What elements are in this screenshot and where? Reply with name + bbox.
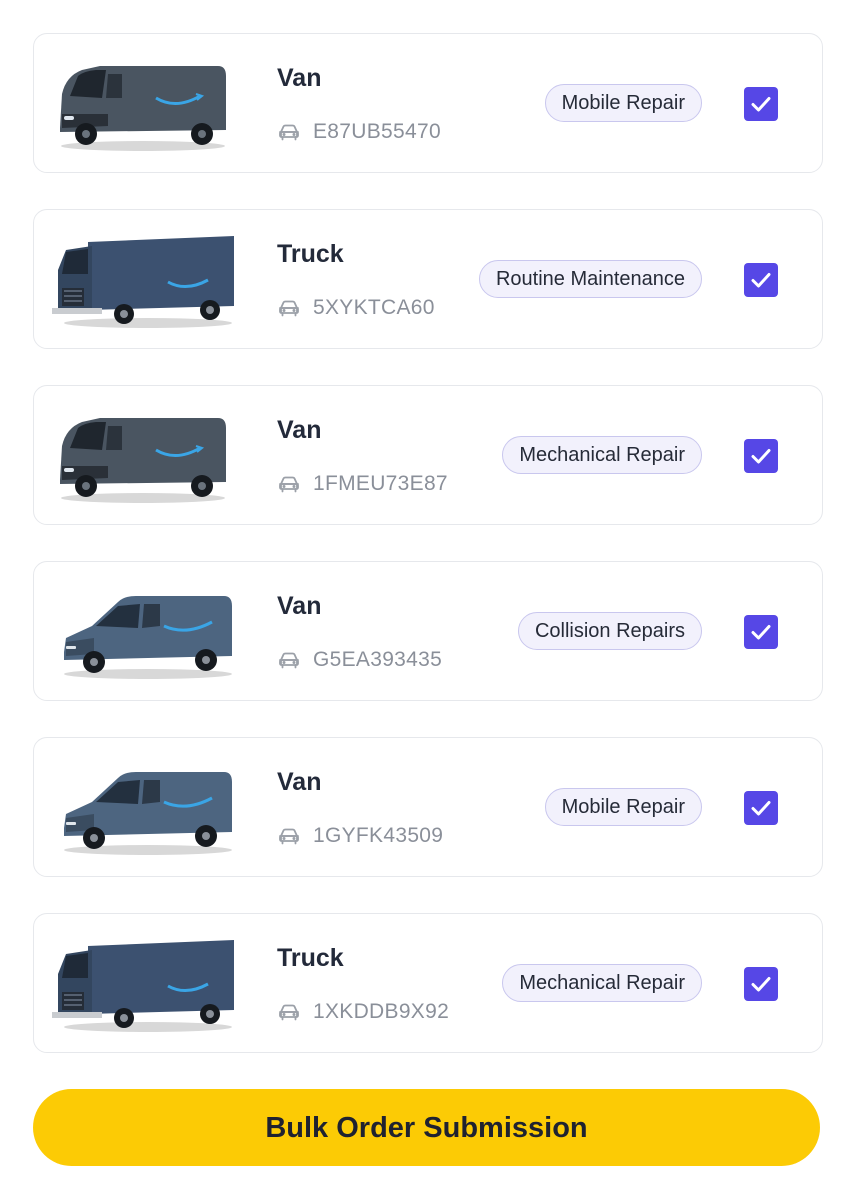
vehicle-list: Van E87UB55470 Mobile Repair Truck 5XYKT…: [33, 33, 823, 1089]
checkmark-icon: [751, 977, 771, 992]
checkmark-icon: [751, 449, 771, 464]
select-checkbox[interactable]: [744, 263, 778, 297]
car-icon: [277, 120, 301, 144]
car-icon: [277, 296, 301, 320]
vehicle-card[interactable]: Truck 1XKDDB9X92 Mechanical Repair: [33, 913, 823, 1053]
select-checkbox[interactable]: [744, 967, 778, 1001]
vehicle-card[interactable]: Truck 5XYKTCA60 Routine Maintenance: [33, 209, 823, 349]
select-checkbox[interactable]: [744, 615, 778, 649]
vehicle-card[interactable]: Van 1GYFK43509 Mobile Repair: [33, 737, 823, 877]
car-icon: [277, 472, 301, 496]
vehicle-image-sprinter-van: [48, 758, 238, 858]
vehicle-type: Van: [277, 592, 322, 620]
vehicle-image-step-truck: [48, 934, 238, 1034]
vehicle-card[interactable]: Van G5EA393435 Collision Repairs: [33, 561, 823, 701]
vehicle-plate: 5XYKTCA60: [313, 296, 435, 319]
vehicle-image-electric-van: [48, 406, 238, 506]
checkmark-icon: [751, 97, 771, 112]
vehicle-image-electric-van: [48, 54, 238, 154]
vehicle-type: Truck: [277, 240, 344, 268]
vehicle-plate: G5EA393435: [313, 648, 443, 671]
vehicle-type: Van: [277, 768, 322, 796]
car-icon: [277, 648, 301, 672]
bulk-order-submit-button[interactable]: Bulk Order Submission: [33, 1089, 820, 1166]
service-tag: Collision Repairs: [517, 612, 702, 650]
service-tag: Mobile Repair: [544, 84, 702, 122]
vehicle-plate: 1XKDDB9X92: [313, 1000, 450, 1023]
vehicle-image-sprinter-van: [48, 582, 238, 682]
vehicle-card[interactable]: Van 1FMEU73E87 Mechanical Repair: [33, 385, 823, 525]
vehicle-type: Van: [277, 64, 322, 92]
service-tag: Routine Maintenance: [478, 260, 702, 298]
select-checkbox[interactable]: [744, 439, 778, 473]
select-checkbox[interactable]: [744, 87, 778, 121]
vehicle-card[interactable]: Van E87UB55470 Mobile Repair: [33, 33, 823, 173]
checkmark-icon: [751, 273, 771, 288]
service-tag: Mechanical Repair: [502, 964, 702, 1002]
vehicle-plate: 1FMEU73E87: [313, 472, 448, 495]
select-checkbox[interactable]: [744, 791, 778, 825]
service-tag: Mechanical Repair: [502, 436, 702, 474]
checkmark-icon: [751, 801, 771, 816]
vehicle-plate: 1GYFK43509: [313, 824, 444, 847]
vehicle-plate: E87UB55470: [313, 120, 441, 143]
vehicle-image-step-truck: [48, 230, 238, 330]
car-icon: [277, 1000, 301, 1024]
vehicle-type: Van: [277, 416, 322, 444]
service-tag: Mobile Repair: [544, 788, 702, 826]
vehicle-type: Truck: [277, 944, 344, 972]
checkmark-icon: [751, 625, 771, 640]
car-icon: [277, 824, 301, 848]
